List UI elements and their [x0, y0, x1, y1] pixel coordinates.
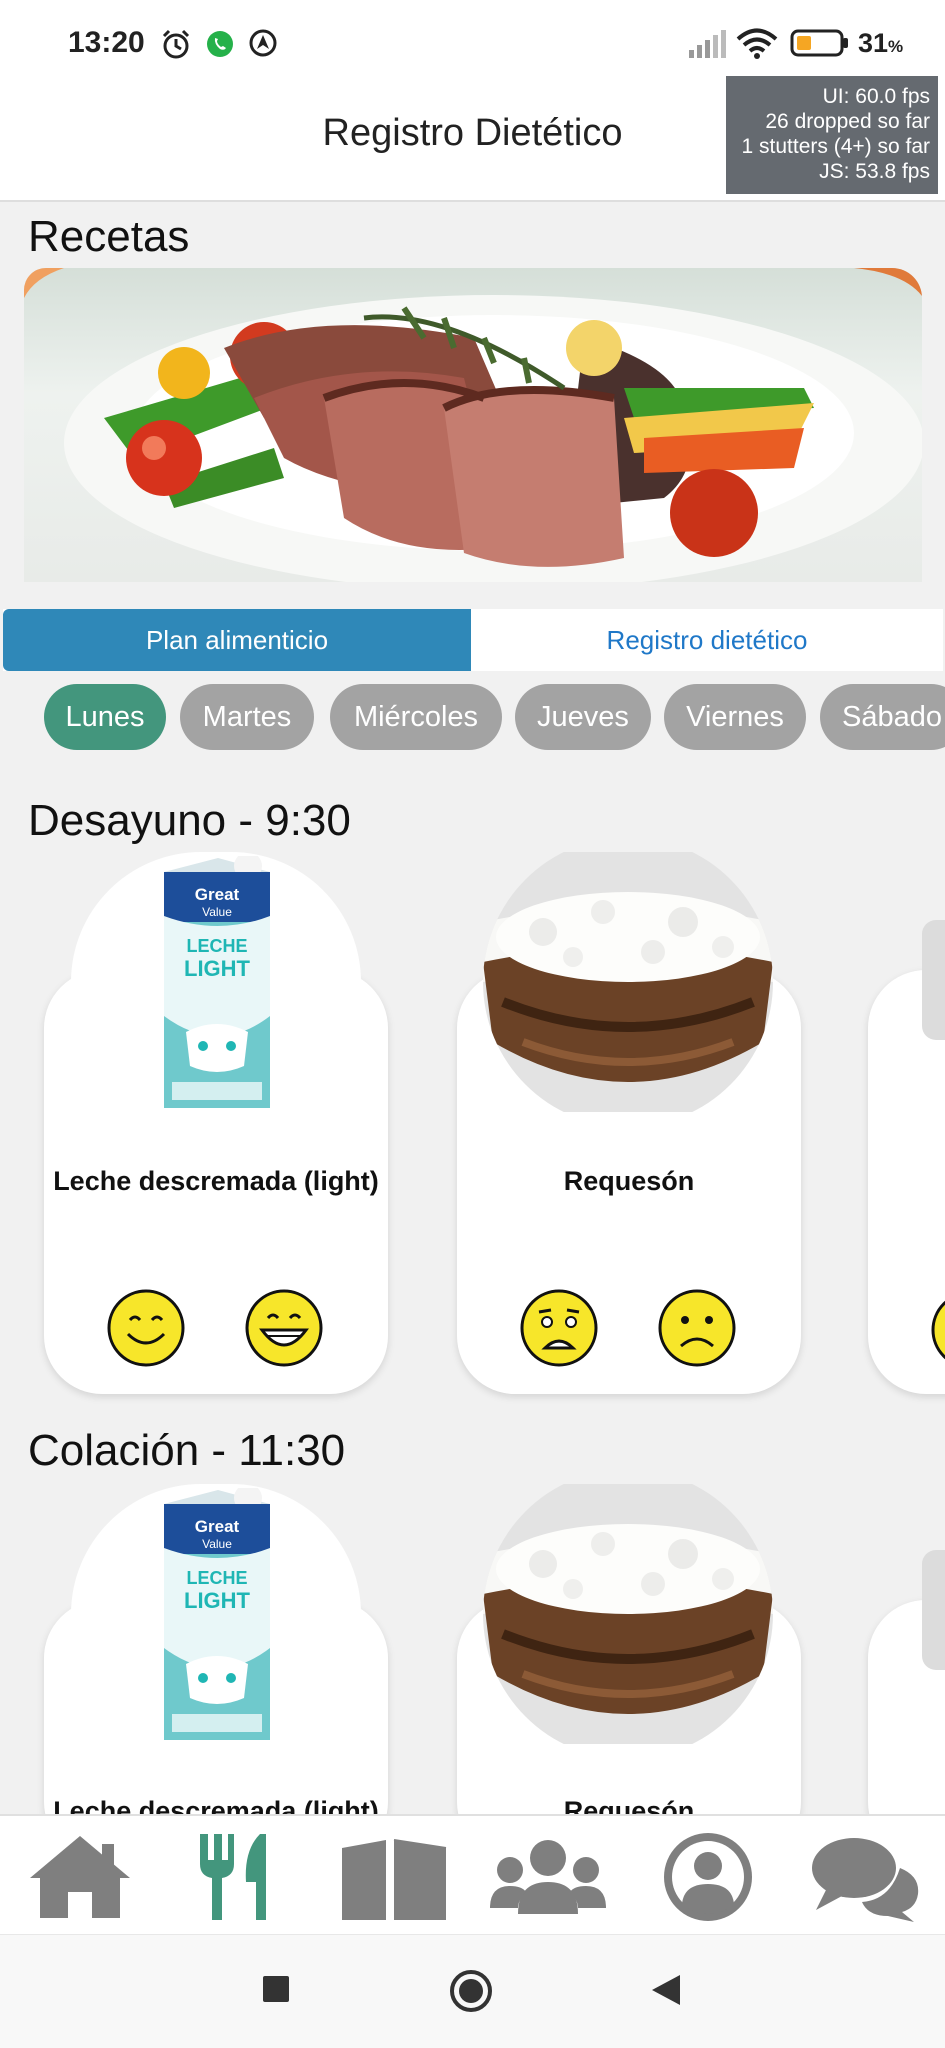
product-line1: LECHE [186, 936, 247, 956]
milk-carton-image: Great Value LECHE LIGHT [164, 856, 270, 1108]
meal-title-desayuno: Desayuno - 9:30 [28, 796, 351, 845]
home-icon[interactable] [20, 1830, 140, 1924]
book-icon[interactable] [334, 1830, 454, 1924]
perf-monitor-overlay: UI: 60.0 fps 26 dropped so far 1 stutter… [726, 76, 938, 194]
day-chip-jueves[interactable]: Jueves [515, 684, 651, 750]
location-icon [249, 29, 277, 57]
back-icon[interactable] [650, 1973, 682, 2007]
cottage-cheese-bowl-image [483, 852, 773, 1112]
signal-icon [689, 30, 726, 58]
food-name: Leche descremada (light) [53, 1166, 379, 1196]
smile-icon[interactable] [106, 1288, 186, 1368]
battery-icon [790, 29, 848, 57]
recipes-title: Recetas [28, 212, 190, 261]
day-selector: Lunes Martes Miércoles Jueves Viernes Sá… [0, 684, 945, 750]
segmented-control: Plan alimenticio Registro dietético [3, 609, 943, 671]
battery-percent: 31% [858, 28, 904, 58]
meal-title-colacion: Colación - 11:30 [28, 1426, 346, 1475]
chat-icon[interactable] [806, 1830, 926, 1924]
perf-dropped: 26 dropped so far [765, 110, 930, 133]
system-navigation-bar [0, 1934, 945, 2048]
perf-js-fps: JS: 53.8 fps [819, 160, 930, 183]
cottage-cheese-bowl-image [483, 1484, 773, 1744]
day-chip-martes[interactable]: Martes [180, 684, 314, 750]
brand-line2: Value [202, 1537, 232, 1551]
utensils-icon[interactable] [180, 1830, 300, 1924]
day-chip-lunes[interactable]: Lunes [44, 684, 166, 750]
food-image-partial [922, 1550, 945, 1670]
tab-registro-dietetico[interactable]: Registro dietético [471, 609, 943, 671]
brand-line2: Value [202, 905, 232, 919]
brand-line1: Great [195, 1517, 240, 1536]
profile-icon[interactable] [648, 1830, 768, 1924]
day-chip-miercoles[interactable]: Miércoles [330, 684, 502, 750]
recipe-image [24, 268, 922, 582]
worried-icon[interactable] [519, 1288, 599, 1368]
perf-stutters: 1 stutters (4+) so far [741, 135, 931, 158]
app-screen: 13:20 31% Registro Dietético UI: 60.0 fp… [0, 0, 945, 2048]
status-time: 13:20 [68, 26, 145, 59]
bottom-navigation [0, 1814, 945, 1934]
recents-icon[interactable] [262, 1975, 290, 2003]
food-name: Requesón [563, 1166, 695, 1196]
home-button-icon[interactable] [449, 1969, 493, 2013]
milk-carton-image: Great Value LECHE LIGHT [164, 1488, 270, 1740]
community-icon[interactable] [488, 1830, 608, 1924]
grin-icon[interactable] [244, 1288, 324, 1368]
tab-plan-alimenticio[interactable]: Plan alimenticio [3, 609, 471, 671]
reaction-partial [931, 1300, 945, 1360]
whatsapp-icon [207, 31, 233, 57]
day-chip-viernes[interactable]: Viernes [664, 684, 806, 750]
food-image-partial [922, 920, 945, 1040]
recipe-carousel[interactable] [24, 268, 922, 582]
alarm-clock-icon [162, 29, 190, 59]
perf-ui-fps: UI: 60.0 fps [822, 85, 930, 108]
product-line2: LIGHT [184, 956, 251, 981]
wifi-icon [736, 28, 778, 59]
product-line1: LECHE [186, 1568, 247, 1588]
brand-line1: Great [195, 885, 240, 904]
day-chip-sabado[interactable]: Sábado [820, 684, 945, 750]
status-bar: 13:20 31% [0, 0, 945, 80]
frown-icon[interactable] [657, 1288, 737, 1368]
product-line2: LIGHT [184, 1588, 251, 1613]
